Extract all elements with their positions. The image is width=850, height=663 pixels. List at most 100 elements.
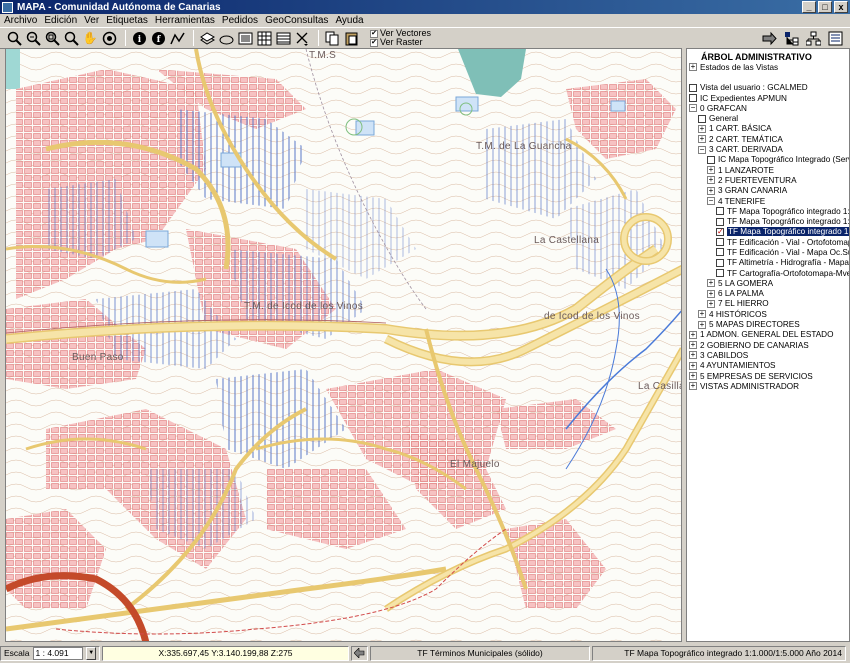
tree-node[interactable]: +4 AYUNTAMIENTOS	[687, 361, 849, 371]
collapse-icon[interactable]: −	[689, 104, 697, 113]
checkbox-icon[interactable]	[689, 94, 697, 103]
zoom-out-icon[interactable]	[25, 30, 41, 46]
paste-icon[interactable]	[343, 30, 359, 46]
checkbox-icon[interactable]	[689, 83, 697, 92]
expand-icon[interactable]: +	[707, 279, 715, 288]
tree-node[interactable]: TF Mapa Topográfico integrado 1:1	[687, 216, 849, 226]
expand-icon[interactable]: +	[707, 166, 715, 175]
menu-pedidos[interactable]: Pedidos	[222, 15, 258, 26]
expand-icon[interactable]: +	[707, 289, 715, 298]
zoom-extent-icon[interactable]	[63, 30, 79, 46]
menu-archivo[interactable]: Archivo	[4, 15, 37, 26]
forward-arrow-icon[interactable]	[761, 30, 777, 46]
tree-node[interactable]: +2 GOBIERNO DE CANARIAS	[687, 340, 849, 350]
tree-node[interactable]: +2 CART. TEMÁTICA	[687, 134, 849, 144]
tree-node[interactable]: +4 HISTÓRICOS	[687, 309, 849, 319]
expand-icon[interactable]: +	[689, 372, 697, 381]
grid-icon[interactable]	[256, 30, 272, 46]
tree-node[interactable]: −4 TENERIFE	[687, 196, 849, 206]
expand-icon[interactable]: +	[689, 63, 697, 72]
checkbox-icon[interactable]	[716, 207, 724, 216]
tree-node[interactable]: TF Mapa Topográfico integrado 1:1	[687, 206, 849, 216]
minimize-button[interactable]: _	[802, 1, 816, 13]
tree-node[interactable]: +1 ADMON. GENERAL DEL ESTADO	[687, 330, 849, 340]
tree-node[interactable]: +1 CART. BÁSICA	[687, 124, 849, 134]
pan-hand-icon[interactable]: ✋	[82, 30, 98, 46]
arrow-select-icon[interactable]	[294, 30, 310, 46]
measure-icon[interactable]	[169, 30, 185, 46]
zoom-window-icon[interactable]	[44, 30, 60, 46]
expand-icon[interactable]: +	[698, 320, 706, 329]
tree-node[interactable]: TF Edificación - Vial - Ortofotomapa	[687, 237, 849, 247]
checkbox-checked-icon[interactable]: ✓	[716, 227, 724, 236]
zoom-in-icon[interactable]	[6, 30, 22, 46]
tree-view-icon[interactable]	[783, 30, 799, 46]
tree-node[interactable]: +7 EL HIERRO	[687, 299, 849, 309]
chevron-down-icon[interactable]: ▼	[86, 646, 96, 660]
checkbox-icon[interactable]	[716, 248, 724, 257]
tree-node[interactable]: General	[687, 113, 849, 123]
collapse-icon[interactable]: −	[707, 197, 715, 205]
expand-icon[interactable]: +	[707, 186, 715, 195]
tree-node[interactable]: −3 CART. DERIVADA	[687, 144, 849, 154]
scale-input[interactable]: 1 : 4.091	[32, 646, 84, 660]
tree-node[interactable]: −0 GRAFCAN	[687, 103, 849, 113]
checkbox-icon[interactable]	[716, 258, 724, 267]
menu-edicion[interactable]: Edición	[44, 15, 77, 26]
legend-icon[interactable]	[827, 30, 843, 46]
tree-node[interactable]: +2 FUERTEVENTURA	[687, 175, 849, 185]
checkbox-icon[interactable]	[707, 155, 715, 164]
expand-icon[interactable]: +	[707, 176, 715, 185]
tree-node[interactable]: + Estados de las Vistas	[687, 62, 849, 72]
tree-node[interactable]: +5 MAPAS DIRECTORES	[687, 319, 849, 329]
refresh-icon[interactable]	[101, 30, 117, 46]
expand-icon[interactable]: +	[689, 382, 697, 391]
tree-node[interactable]: ✓ TF Mapa Topográfico integrado 1:1	[687, 227, 849, 237]
cloud-icon[interactable]	[218, 30, 234, 46]
tree-node[interactable]: TF Altimetría - Hidrografía - Mapa C	[687, 258, 849, 268]
query-icon[interactable]: f	[150, 30, 166, 46]
tree-node[interactable]: +6 LA PALMA	[687, 289, 849, 299]
hierarchy-icon[interactable]	[805, 30, 821, 46]
expand-icon[interactable]: +	[698, 310, 706, 319]
tree-node[interactable]: +5 LA GOMERA	[687, 278, 849, 288]
copy-icon[interactable]	[324, 30, 340, 46]
menu-etiquetas[interactable]: Etiquetas	[106, 15, 148, 26]
tree-node[interactable]: TF Edificación - Vial - Mapa Oc.Suelo	[687, 247, 849, 257]
menu-ver[interactable]: Ver	[84, 15, 99, 26]
ver-raster-checkbox[interactable]: ✔ Ver Raster	[370, 38, 431, 47]
tree-node[interactable]	[687, 72, 849, 82]
menu-geoconsultas[interactable]: GeoConsultas	[265, 15, 328, 26]
tree-node[interactable]: +1 LANZAROTE	[687, 165, 849, 175]
info-icon[interactable]: i	[131, 30, 147, 46]
table-icon[interactable]	[275, 30, 291, 46]
tree-node[interactable]: +3 GRAN CANARIA	[687, 186, 849, 196]
layers-icon[interactable]	[199, 30, 215, 46]
checkbox-icon[interactable]	[716, 269, 724, 278]
collapse-icon[interactable]: −	[698, 145, 706, 154]
expand-icon[interactable]: +	[698, 135, 706, 144]
back-arrow-icon[interactable]	[351, 645, 368, 661]
tree-node[interactable]: +3 CABILDOS	[687, 350, 849, 360]
tree-node[interactable]: IC Mapa Topográfico Integrado (Servicio)	[687, 155, 849, 165]
tree-node[interactable]: + VISTAS ADMINISTRADOR	[687, 381, 849, 391]
checkbox-icon[interactable]	[716, 238, 724, 247]
menu-herramientas[interactable]: Herramientas	[155, 15, 215, 26]
expand-icon[interactable]: +	[698, 124, 706, 133]
checkbox-icon[interactable]	[698, 114, 706, 123]
expand-icon[interactable]: +	[689, 341, 697, 350]
close-button[interactable]: x	[834, 1, 848, 13]
expand-icon[interactable]: +	[707, 299, 715, 308]
maximize-button[interactable]: □	[818, 1, 832, 13]
expand-icon[interactable]: +	[689, 351, 697, 360]
expand-icon[interactable]: +	[689, 361, 697, 370]
raster-icon[interactable]	[237, 30, 253, 46]
map-canvas[interactable]: T.M. de La Guancha La Castellana T.M. de…	[5, 48, 682, 642]
tree-node[interactable]: TF Cartografía-Ortofotomapa-Mvegt	[687, 268, 849, 278]
expand-icon[interactable]: +	[689, 330, 697, 339]
menu-ayuda[interactable]: Ayuda	[335, 15, 363, 26]
tree-node[interactable]: Vista del usuario : GCALMED	[687, 83, 849, 93]
tree-node[interactable]: IC Expedientes APMUN	[687, 93, 849, 103]
tree-node[interactable]: +5 EMPRESAS DE SERVICIOS	[687, 371, 849, 381]
checkbox-icon[interactable]	[716, 217, 724, 226]
